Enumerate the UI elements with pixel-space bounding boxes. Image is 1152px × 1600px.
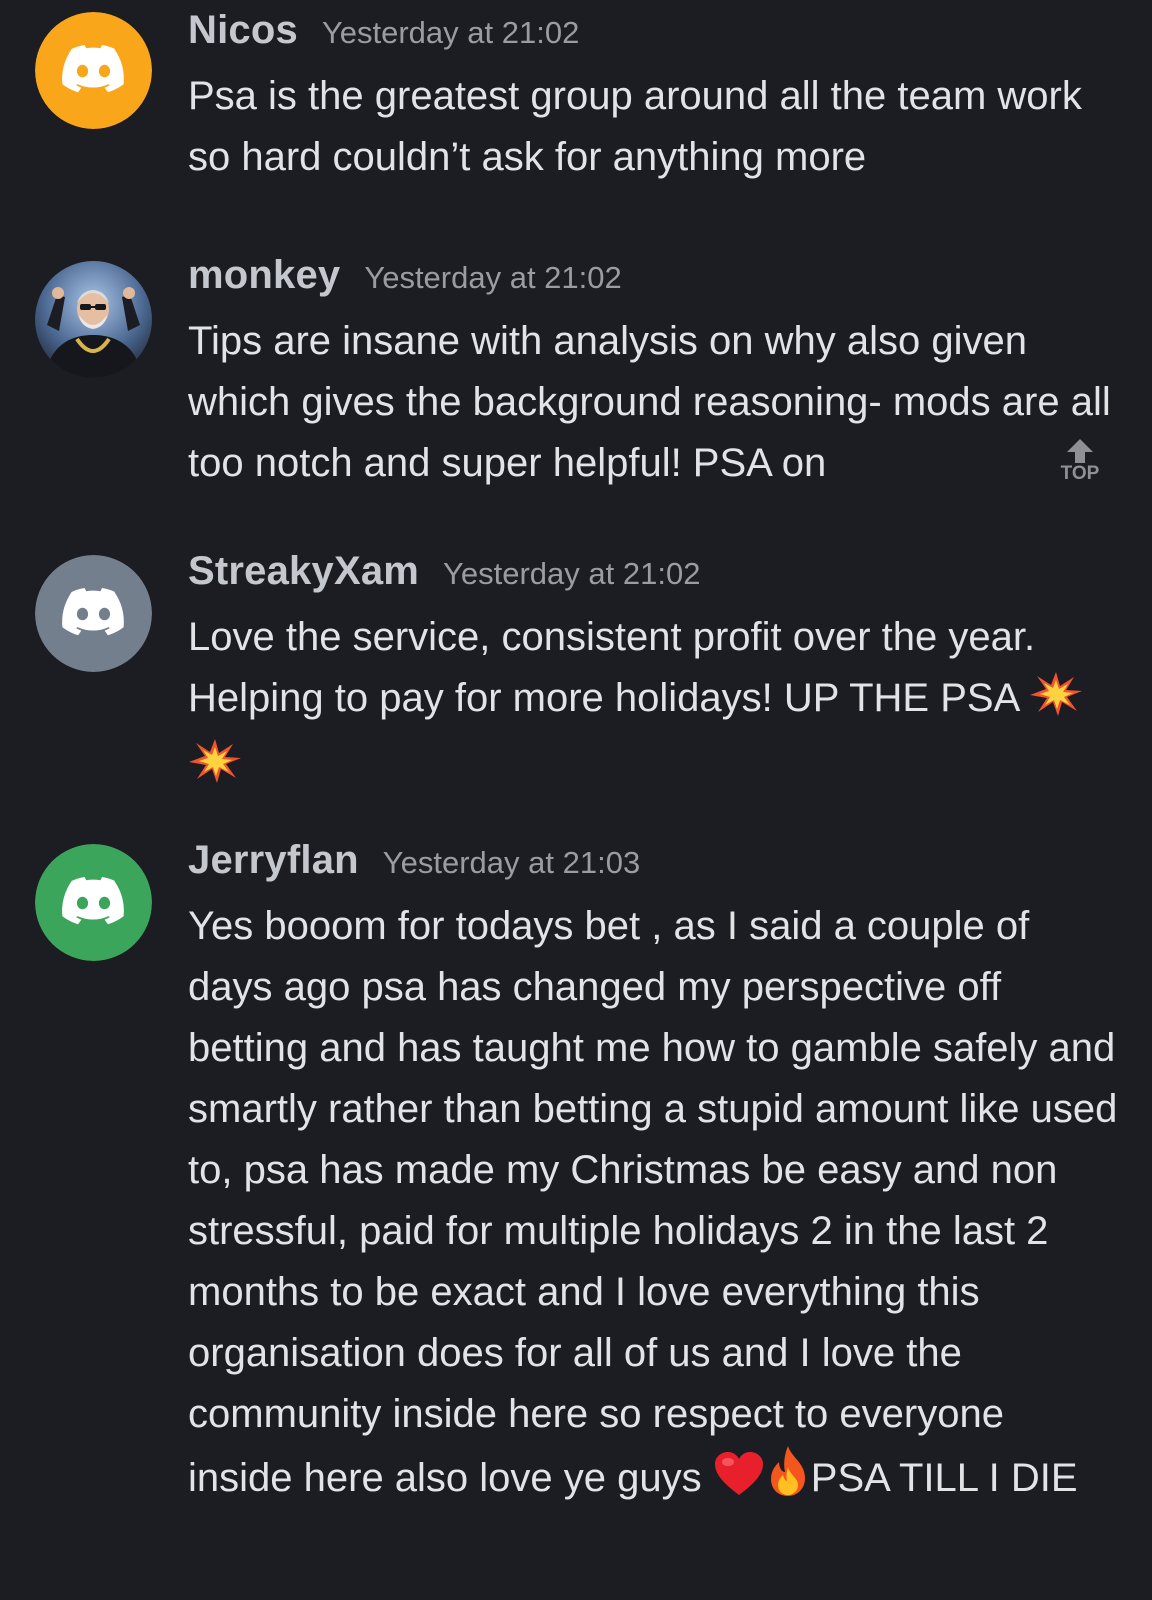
arrow-up-icon: [1067, 439, 1093, 463]
discord-logo-icon: [35, 844, 152, 961]
scroll-top-button[interactable]: TOP: [1058, 438, 1102, 494]
collision-icon: [1029, 671, 1083, 735]
message-list: Nicos Yesterday at 21:02 Psa is the grea…: [0, 0, 1152, 1600]
timestamp: Yesterday at 21:02: [321, 15, 580, 50]
message-text-body: Love the service, consistent profit over…: [188, 615, 1036, 720]
username[interactable]: Nicos: [188, 8, 298, 53]
discord-logo-icon: [35, 12, 152, 129]
red-heart-icon: [713, 1451, 765, 1515]
avatar[interactable]: [35, 261, 152, 378]
message-text: Psa is the greatest group around all the…: [188, 74, 1082, 179]
avatar[interactable]: [35, 555, 152, 672]
timestamp: Yesterday at 21:02: [443, 556, 701, 591]
collision-icon: [188, 738, 242, 802]
username[interactable]: monkey: [188, 253, 340, 298]
username[interactable]: StreakyXam: [188, 549, 419, 594]
message-text-tail: PSA TILL I DIE: [810, 1456, 1078, 1500]
timestamp: Yesterday at 21:02: [364, 260, 622, 295]
message-text: Tips are insane with analysis on why als…: [188, 319, 1111, 485]
username[interactable]: Jerryflan: [188, 838, 359, 883]
timestamp: Yesterday at 21:03: [382, 845, 641, 880]
scroll-top-label: TOP: [1060, 463, 1100, 484]
fire-icon: [765, 1445, 811, 1515]
user-photo-icon: [35, 261, 152, 378]
message-text: Love the service, consistent profit over…: [188, 607, 1118, 802]
avatar[interactable]: [35, 844, 152, 961]
message-text: Yes booom for todays bet , as I said a c…: [188, 896, 1118, 1515]
avatar[interactable]: [35, 12, 152, 129]
discord-logo-icon: [35, 555, 152, 672]
message-text-body: Yes booom for todays bet , as I said a c…: [188, 904, 1118, 1500]
